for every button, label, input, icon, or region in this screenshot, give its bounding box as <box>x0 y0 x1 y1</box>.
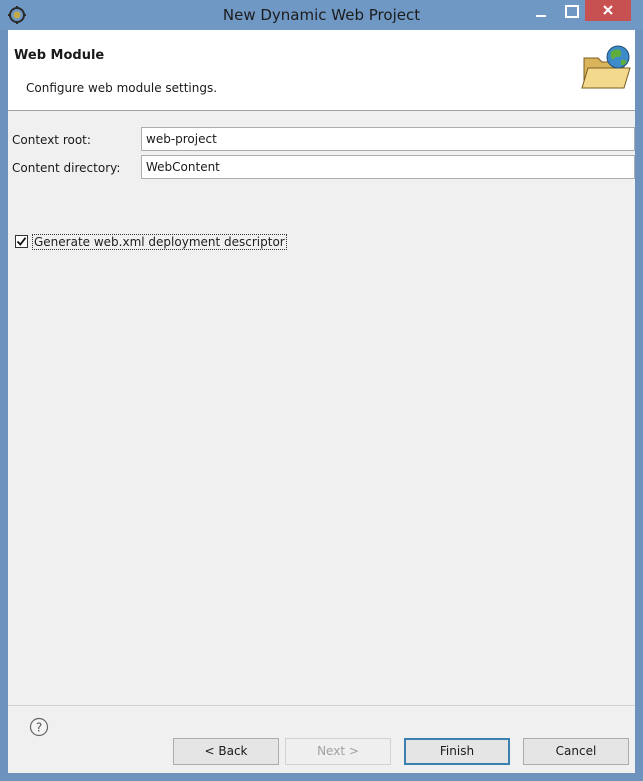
title-bar[interactable]: New Dynamic Web Project <box>0 0 643 30</box>
dialog-client: Web Module Configure web module settings… <box>8 30 635 773</box>
button-bar: ? < Back Next > Finish Cancel <box>8 705 635 774</box>
finish-button[interactable]: Finish <box>404 738 510 765</box>
content-directory-label: Content directory: <box>12 161 121 175</box>
svg-text:?: ? <box>36 721 42 735</box>
content-directory-input[interactable] <box>141 155 635 179</box>
maximize-icon[interactable] <box>561 2 583 24</box>
context-root-input[interactable] <box>141 127 635 151</box>
page-description: Configure web module settings. <box>26 81 218 95</box>
minimize-icon[interactable] <box>530 2 552 24</box>
cancel-button[interactable]: Cancel <box>523 738 629 765</box>
checkmark-icon <box>16 237 27 246</box>
help-icon[interactable]: ? <box>29 717 49 737</box>
web-folder-globe-icon <box>581 45 631 89</box>
back-button[interactable]: < Back <box>173 738 279 765</box>
page-title: Web Module <box>14 48 105 63</box>
close-icon <box>603 5 613 15</box>
wizard-banner: Web Module Configure web module settings… <box>8 30 635 111</box>
generate-xml-label[interactable]: Generate web.xml deployment descriptor <box>32 234 287 250</box>
context-root-label: Context root: <box>12 133 91 147</box>
close-button[interactable] <box>585 0 631 21</box>
generate-xml-checkbox[interactable] <box>15 235 28 248</box>
next-button[interactable]: Next > <box>285 738 391 765</box>
dialog-window: New Dynamic Web Project Web Module Confi… <box>0 0 643 781</box>
